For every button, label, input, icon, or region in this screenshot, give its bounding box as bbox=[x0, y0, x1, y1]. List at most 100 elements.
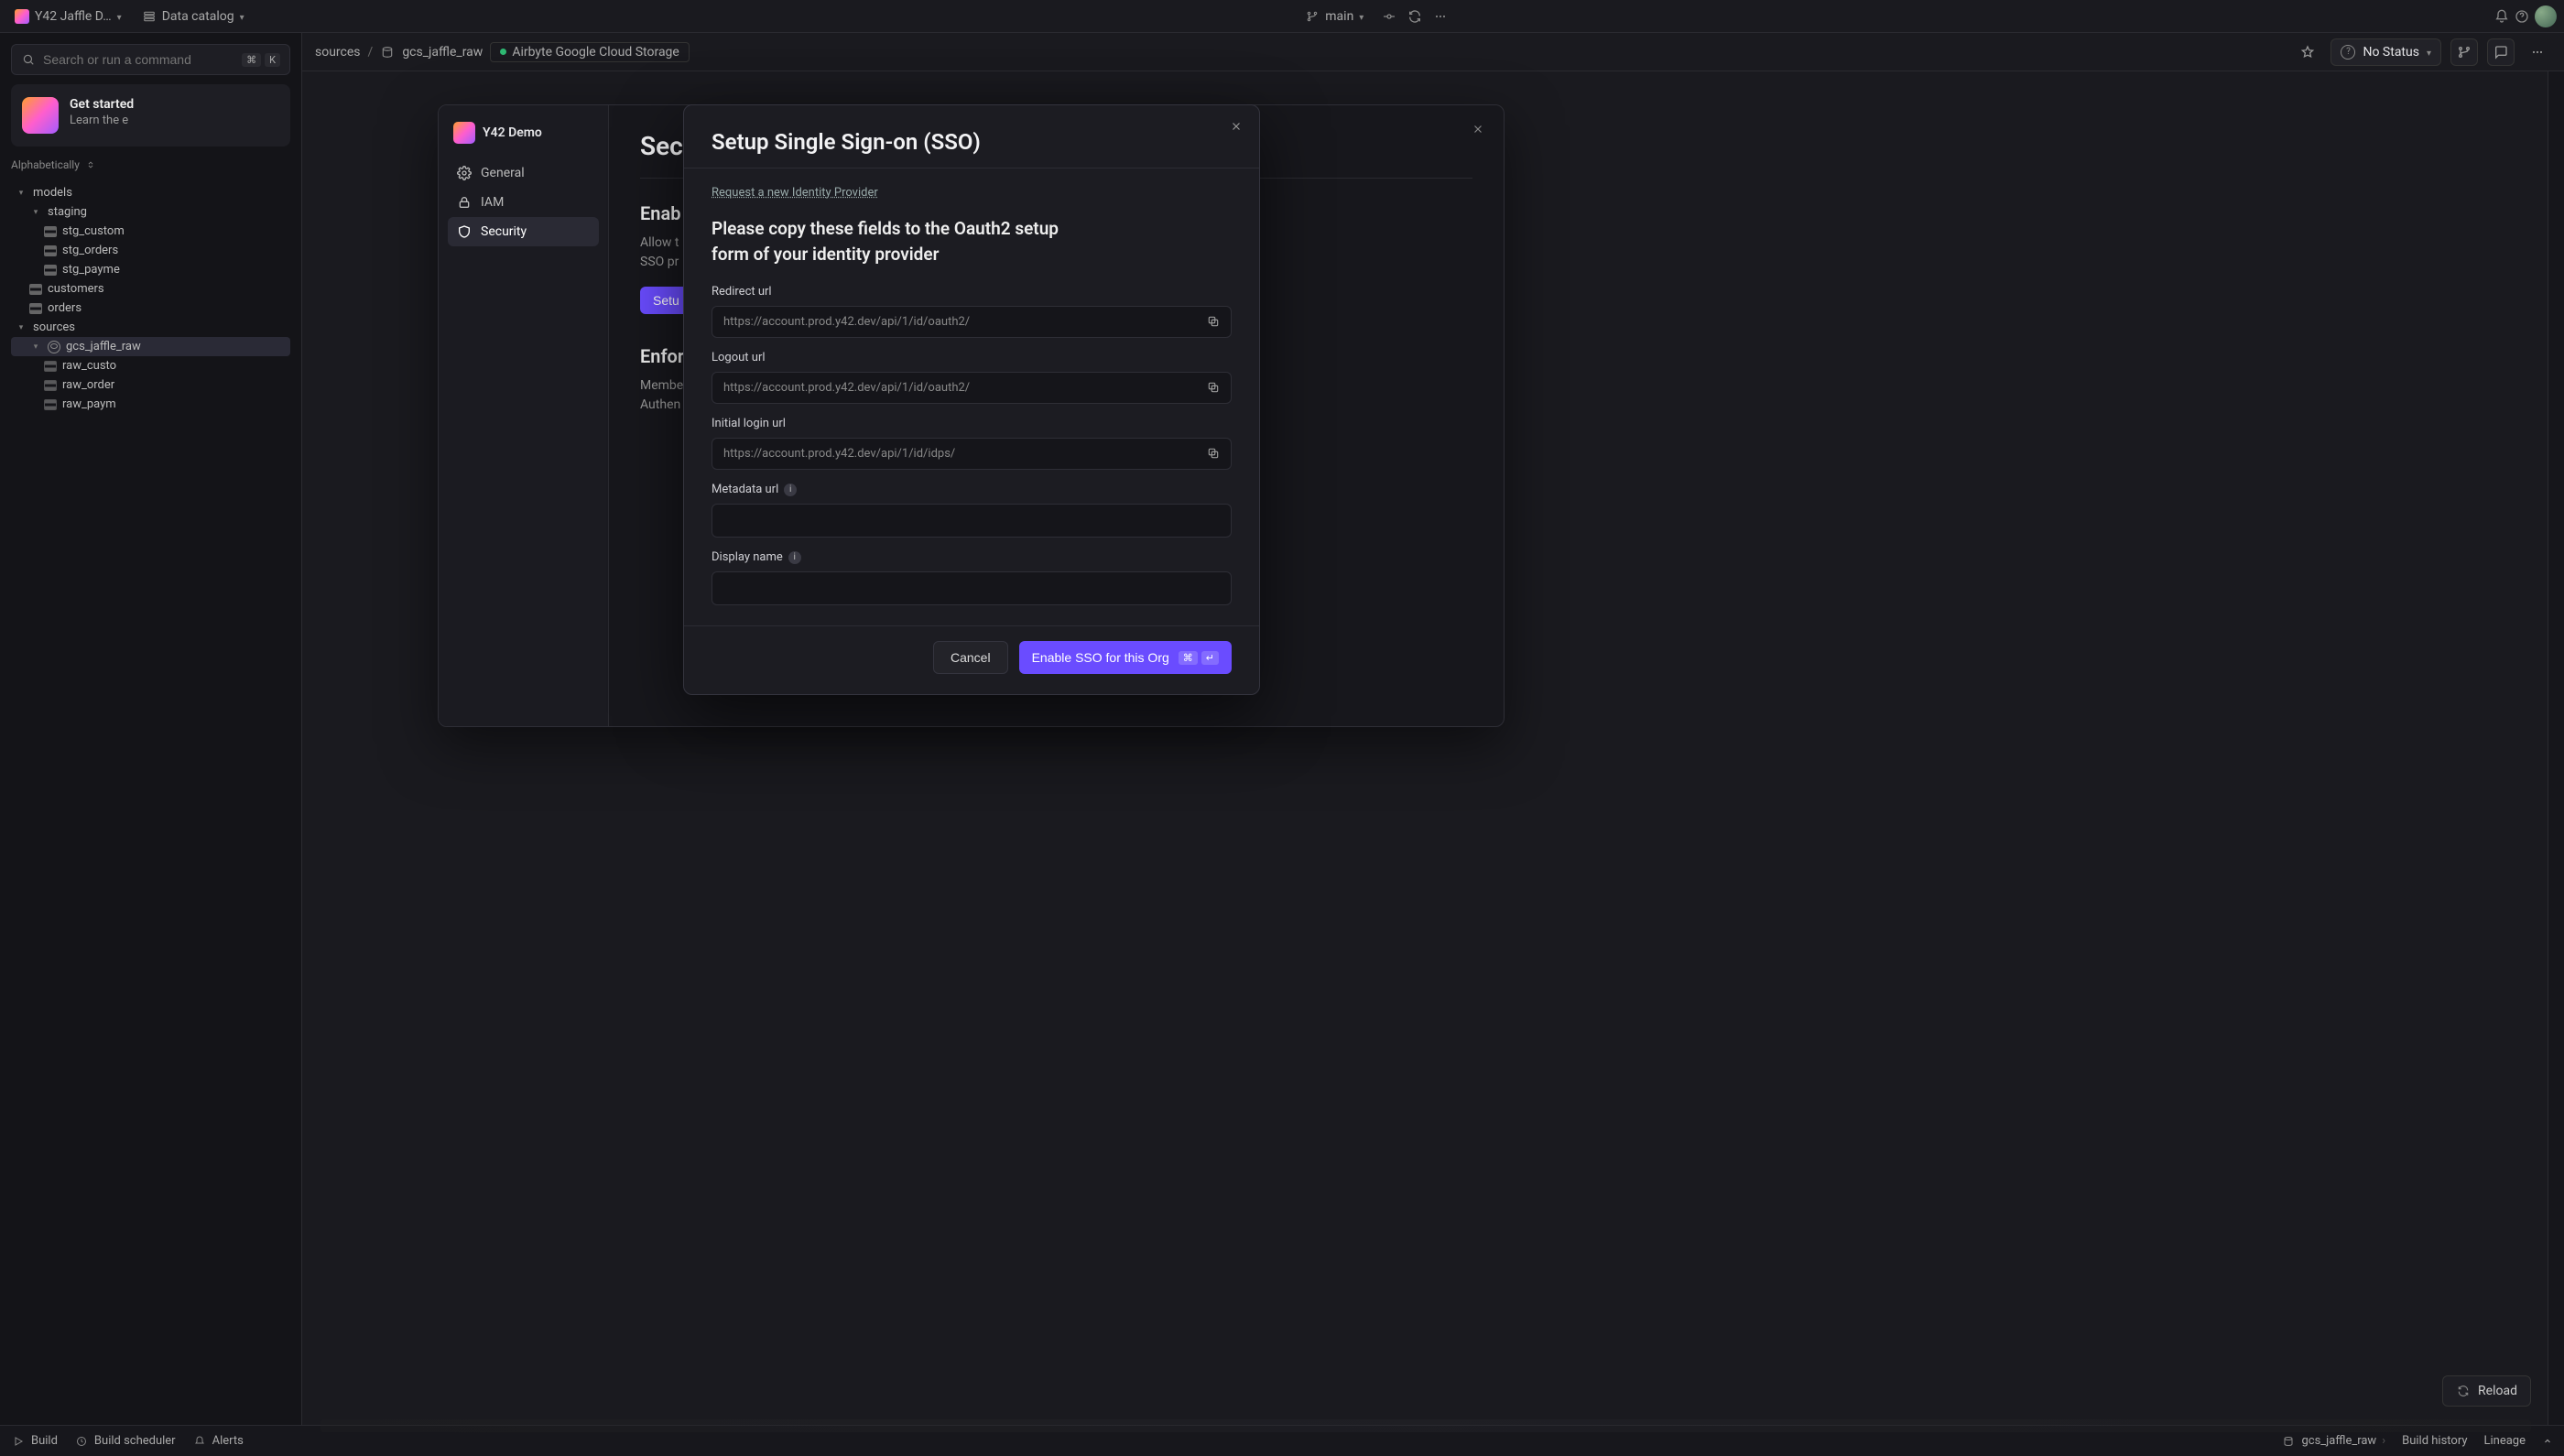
bell-icon[interactable] bbox=[2494, 9, 2509, 24]
catalog-label: Data catalog bbox=[162, 9, 234, 24]
table-icon bbox=[29, 303, 42, 314]
branch-name: main bbox=[1325, 9, 1353, 24]
initial-url-label: Initial login url bbox=[712, 417, 1232, 430]
cancel-button[interactable]: Cancel bbox=[933, 641, 1008, 674]
metadata-url-input[interactable] bbox=[712, 504, 1232, 538]
settings-nav: Y42 Demo General IAM bbox=[439, 105, 609, 726]
settings-nav-security[interactable]: Security bbox=[448, 217, 599, 246]
copy-icon[interactable] bbox=[1207, 381, 1222, 396]
divider bbox=[684, 625, 1259, 626]
status-dot-icon bbox=[500, 49, 506, 55]
settings-nav-general[interactable]: General bbox=[448, 158, 599, 188]
build-history-button[interactable]: Build history bbox=[2402, 1434, 2467, 1448]
table-icon bbox=[44, 380, 57, 391]
sso-dialog: Setup Single Sign-on (SSO) Request a new… bbox=[683, 104, 1260, 695]
connector-pill: Airbyte Google Cloud Storage bbox=[490, 42, 690, 62]
breadcrumb-sources[interactable]: sources bbox=[315, 45, 361, 60]
expand-icon[interactable] bbox=[2542, 1436, 2553, 1447]
more-icon[interactable] bbox=[1433, 9, 1448, 24]
caret-down-icon bbox=[29, 341, 42, 353]
source-icon bbox=[380, 45, 395, 60]
topbar: Y42 Jaffle D… Data catalog main bbox=[0, 0, 2564, 33]
help-icon[interactable] bbox=[2515, 9, 2529, 24]
tree-item[interactable]: orders bbox=[11, 299, 290, 318]
alerts-button[interactable]: Alerts bbox=[192, 1434, 244, 1449]
display-name-input[interactable] bbox=[712, 571, 1232, 605]
get-started-card[interactable]: Get started Learn the e bbox=[11, 84, 290, 147]
search-kbd: ⌘K bbox=[242, 53, 280, 67]
sso-lead: Please copy these fields to the Oauth2 s… bbox=[712, 216, 1096, 266]
sort-icon bbox=[83, 158, 98, 172]
branch-action-icon[interactable] bbox=[2450, 38, 2478, 66]
branch-switcher[interactable]: main bbox=[1298, 5, 1371, 27]
workspace-name: Y42 Jaffle D… bbox=[35, 9, 112, 24]
clock-icon bbox=[74, 1434, 89, 1449]
build-scheduler-button[interactable]: Build scheduler bbox=[74, 1434, 176, 1449]
search-input[interactable] bbox=[43, 52, 234, 67]
breadcrumb-gcs[interactable]: gcs_jaffle_raw bbox=[402, 45, 483, 60]
caret-down-icon bbox=[15, 187, 27, 200]
redirect-url-label: Redirect url bbox=[712, 285, 1232, 299]
command-search[interactable]: ⌘K bbox=[11, 44, 290, 75]
lock-icon bbox=[457, 195, 472, 210]
enable-sso-button[interactable]: Enable SSO for this Org ⌘↵ bbox=[1019, 641, 1232, 674]
copy-icon[interactable] bbox=[1207, 447, 1222, 462]
chevron-down-icon bbox=[117, 9, 122, 24]
build-button[interactable]: Build bbox=[11, 1434, 58, 1449]
table-icon bbox=[44, 399, 57, 410]
lineage-button[interactable]: Lineage bbox=[2484, 1434, 2526, 1448]
shortcut-hint: ⌘↵ bbox=[1179, 651, 1219, 665]
source-icon bbox=[2281, 1434, 2296, 1449]
close-icon[interactable] bbox=[1467, 118, 1489, 140]
tree-item[interactable]: raw_paym bbox=[11, 395, 290, 414]
more-icon[interactable] bbox=[2524, 38, 2551, 66]
catalog-switcher[interactable]: Data catalog bbox=[135, 5, 252, 27]
tree-item[interactable]: stg_payme bbox=[11, 260, 290, 279]
tree-item[interactable]: stg_orders bbox=[11, 241, 290, 260]
breadcrumb-bar: sources / gcs_jaffle_raw Airbyte Google … bbox=[302, 33, 2564, 71]
tree-folder-sources[interactable]: sources bbox=[11, 318, 290, 337]
star-icon[interactable] bbox=[2294, 38, 2321, 66]
table-icon bbox=[44, 245, 57, 256]
chevron-down-icon bbox=[2427, 45, 2431, 60]
logo-icon bbox=[15, 9, 29, 24]
tree-item[interactable]: stg_custom bbox=[11, 222, 290, 241]
metadata-url-label: Metadata url i bbox=[712, 483, 1232, 496]
table-icon bbox=[29, 284, 42, 295]
request-idp-link[interactable]: Request a new Identity Provider bbox=[712, 186, 878, 200]
info-icon[interactable]: i bbox=[788, 551, 801, 564]
gear-icon bbox=[457, 166, 472, 180]
tree-item[interactable]: raw_order bbox=[11, 375, 290, 395]
close-icon[interactable] bbox=[1226, 116, 1246, 136]
bottom-gcs-link[interactable]: gcs_jaffle_raw › bbox=[2281, 1434, 2385, 1449]
table-icon bbox=[44, 265, 57, 276]
sync-icon[interactable] bbox=[1407, 9, 1422, 24]
chevron-down-icon bbox=[240, 9, 244, 24]
workspace-switcher[interactable]: Y42 Jaffle D… bbox=[7, 5, 129, 27]
initial-url-box: https://account.prod.y42.dev/api/1/id/id… bbox=[712, 438, 1232, 470]
breadcrumb-sep: / bbox=[368, 45, 374, 60]
sort-toggle[interactable]: Alphabetically bbox=[11, 156, 290, 174]
comment-icon[interactable] bbox=[2487, 38, 2515, 66]
commit-icon[interactable] bbox=[1382, 9, 1396, 24]
info-icon[interactable]: i bbox=[784, 484, 797, 496]
avatar[interactable] bbox=[2535, 5, 2557, 27]
tree-folder-models[interactable]: models bbox=[11, 183, 290, 202]
table-icon bbox=[44, 361, 57, 372]
catalog-icon bbox=[142, 9, 157, 24]
copy-icon[interactable] bbox=[1207, 315, 1222, 330]
refresh-icon bbox=[2456, 1384, 2471, 1398]
question-icon: ? bbox=[2341, 45, 2355, 60]
tree-folder-staging[interactable]: staging bbox=[11, 202, 290, 222]
tree-item-gcs-jaffle-raw[interactable]: gcs_jaffle_raw bbox=[11, 337, 290, 356]
status-dropdown[interactable]: ? No Status bbox=[2330, 38, 2441, 66]
tree-item[interactable]: raw_custo bbox=[11, 356, 290, 375]
get-started-subtitle: Learn the e bbox=[70, 114, 134, 127]
sso-title: Setup Single Sign-on (SSO) bbox=[712, 129, 1232, 155]
reload-button[interactable]: Reload bbox=[2442, 1375, 2531, 1407]
settings-nav-iam[interactable]: IAM bbox=[448, 188, 599, 217]
caret-down-icon bbox=[15, 321, 27, 334]
right-rail[interactable] bbox=[2548, 71, 2564, 1425]
bell-icon bbox=[192, 1434, 207, 1449]
tree-item[interactable]: customers bbox=[11, 279, 290, 299]
